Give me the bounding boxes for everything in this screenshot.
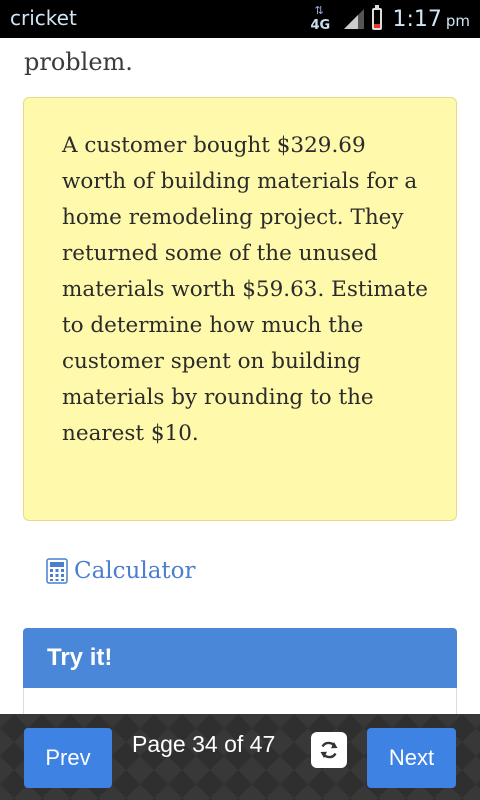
problem-text: A customer bought $329.69 worth of build… xyxy=(62,133,428,446)
battery-icon xyxy=(372,5,383,30)
prev-button[interactable]: Prev xyxy=(24,728,112,788)
refresh-icon xyxy=(320,741,338,759)
status-bar: cricket ⇅ 4G 1:17 pm xyxy=(0,0,480,38)
try-it-label: Try it! xyxy=(47,644,113,671)
refresh-button[interactable] xyxy=(311,732,347,768)
bottom-navigation: Prev Page 34 of 47 Next xyxy=(0,714,480,800)
calculator-link[interactable]: Calculator xyxy=(46,558,196,584)
calculator-label[interactable]: Calculator xyxy=(74,558,196,584)
try-it-header[interactable]: Try it! xyxy=(23,628,457,688)
lesson-content[interactable]: ▔▔▔▔▔ ▔▔ ▔ problem. A customer bought $3… xyxy=(0,38,480,714)
clipped-text-fragment: ▔▔▔▔▔ ▔▔ ▔ xyxy=(24,38,201,48)
carrier-name: cricket xyxy=(10,6,77,30)
clock: 1:17 pm xyxy=(392,6,470,32)
previous-paragraph-end: problem. xyxy=(24,48,133,76)
calculator-icon xyxy=(46,558,68,584)
try-it-panel xyxy=(23,688,457,714)
status-icons: ⇅ 4G 1:17 pm xyxy=(310,4,470,34)
next-button[interactable]: Next xyxy=(367,728,456,788)
page-indicator: Page 34 of 47 xyxy=(132,731,276,757)
signal-icon xyxy=(344,9,365,29)
network-4g-icon: ⇅ 4G xyxy=(310,5,331,33)
problem-box: A customer bought $329.69 worth of build… xyxy=(23,97,457,521)
